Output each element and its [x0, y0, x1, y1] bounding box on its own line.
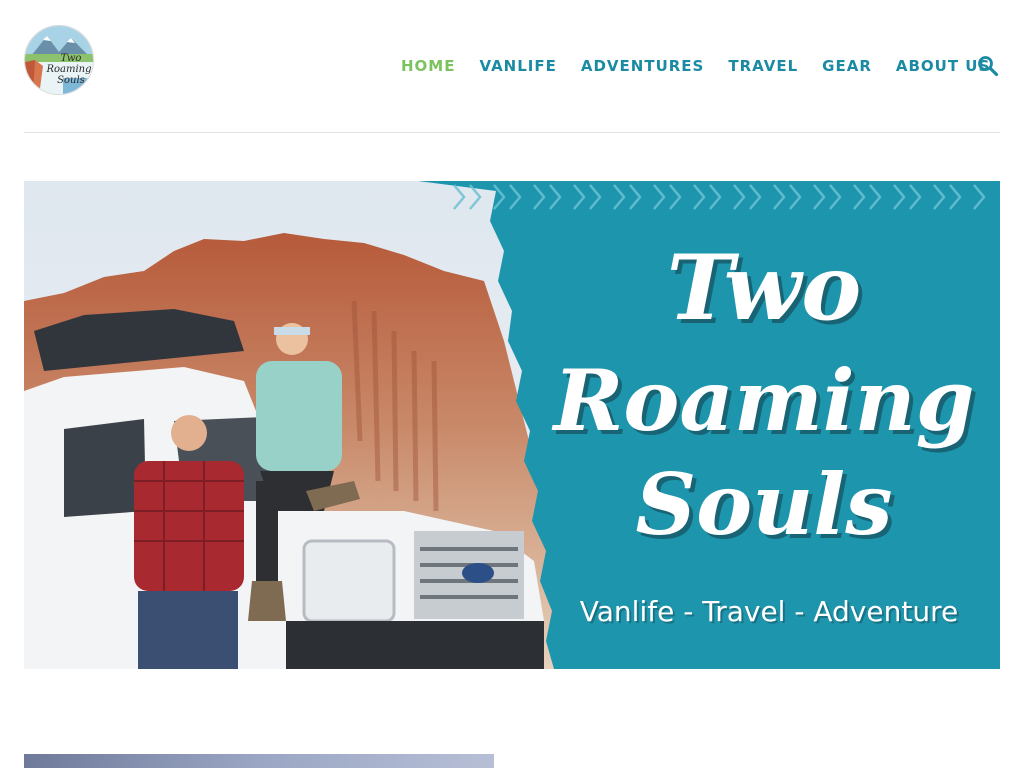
logo-text-3: Souls — [57, 75, 85, 86]
main-nav: HOME VANLIFE ADVENTURES TRAVEL GEAR ABOU… — [401, 56, 1014, 76]
search-button[interactable] — [977, 55, 999, 77]
nav-item-travel[interactable]: TRAVEL — [728, 56, 798, 76]
header-divider — [24, 132, 1000, 133]
logo-text-2: Roaming — [45, 64, 91, 75]
hero-tagline: Vanlife - Travel - Adventure — [579, 595, 959, 628]
logo-graphic: Two Roaming Souls — [25, 26, 93, 94]
search-icon — [978, 56, 999, 77]
logo-text-1: Two — [61, 53, 82, 64]
post-thumbnail-image — [24, 754, 494, 768]
hero-title-line-3: Souls — [635, 455, 893, 554]
nav-item-gear[interactable]: GEAR — [822, 56, 872, 76]
hero-banner: Two Roaming Souls Vanlife - Travel - Adv… — [24, 181, 1000, 669]
site-header: Two Roaming Souls HOME VANLIFE ADVENTURE… — [0, 0, 1024, 133]
nav-item-home[interactable]: HOME — [401, 56, 455, 76]
nav-item-vanlife[interactable]: VANLIFE — [479, 56, 556, 76]
site-logo[interactable]: Two Roaming Souls — [24, 25, 94, 95]
hero-title-line-2: Roaming — [553, 351, 975, 450]
hero-title-line-1: Two — [666, 235, 862, 341]
nav-item-adventures[interactable]: ADVENTURES — [581, 56, 704, 76]
featured-post-thumbnail[interactable] — [24, 754, 494, 768]
